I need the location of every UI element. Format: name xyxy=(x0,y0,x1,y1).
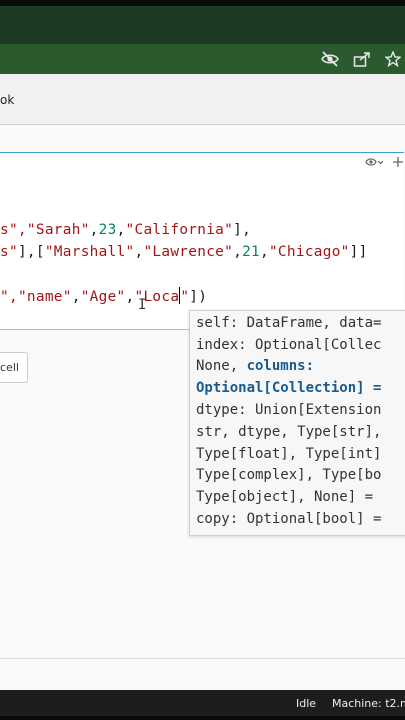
tooltip-line: Type[object], None] = xyxy=(196,489,374,505)
tooltip-line: Type[complex], Type[bo xyxy=(196,467,382,483)
kernel-status: Idle xyxy=(296,697,317,710)
share-icon[interactable] xyxy=(353,51,371,67)
tooltip-line: str, dtype, Type[str], xyxy=(196,424,382,440)
bottom-frame xyxy=(0,716,405,720)
tooltip-active-param: columns: xyxy=(246,358,315,374)
eye-icon[interactable] xyxy=(365,156,384,170)
browser-toolbar-icons xyxy=(321,47,405,71)
tooltip-line: None, columns: xyxy=(196,358,315,374)
tooltip-line: index: Optional[Collec xyxy=(196,337,382,353)
code-line-2[interactable]: s"],["Marshall","Lawrence",21,"Chicago"]… xyxy=(0,244,368,260)
code-line-3[interactable]: ","name","Age","Loca"]) xyxy=(0,287,207,305)
divider xyxy=(0,658,405,659)
add-code-cell-button[interactable]: cell xyxy=(0,352,28,383)
eye-off-icon[interactable] xyxy=(321,51,339,67)
mouse-ibeam-icon: I xyxy=(138,297,147,313)
tooltip-line: Type[float], Type[int] xyxy=(196,446,382,462)
tooltip-line: self: DataFrame, data= xyxy=(196,315,382,331)
browser-header xyxy=(0,6,405,44)
notebook-title: ok xyxy=(0,93,15,107)
tooltip-line: dtype: Union[Extension xyxy=(196,402,382,418)
tooltip-line: copy: Optional[bool] = xyxy=(196,511,382,527)
notebook-title-bar xyxy=(0,74,405,125)
tooltip-line: Optional[Collection] = xyxy=(196,380,382,396)
signature-tooltip: self: DataFrame, data= index: Optional[C… xyxy=(189,310,405,536)
machine-type[interactable]: Machine: t2.me xyxy=(332,697,405,710)
add-icon[interactable] xyxy=(393,156,403,170)
code-line-1[interactable]: s","Sarah",23,"California"], xyxy=(0,222,251,238)
star-icon[interactable] xyxy=(385,51,401,67)
cell-toolbar xyxy=(365,156,403,170)
